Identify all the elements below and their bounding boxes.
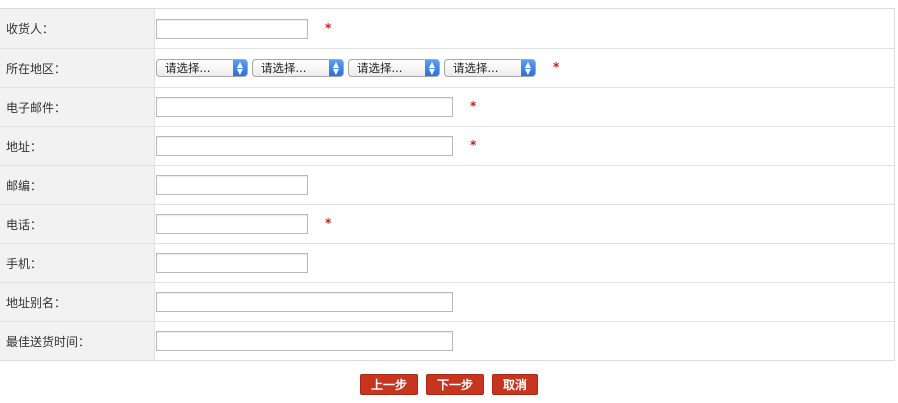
prev-step-button[interactable]: 上一步 bbox=[360, 374, 418, 395]
row-email: 电子邮件： * bbox=[0, 87, 894, 126]
country-select[interactable]: 请选择... ▲ ▼ bbox=[156, 59, 248, 77]
row-region: 所在地区： 请选择... ▲ ▼ 请选择... ▲ ▼ 请选择... ▲ ▼ 请选择.… bbox=[0, 48, 894, 87]
cancel-button[interactable]: 取消 bbox=[492, 374, 538, 395]
region-label: 所在地区： bbox=[0, 49, 155, 87]
city-select-value: 请选择... bbox=[357, 61, 403, 75]
row-address: 地址： * bbox=[0, 126, 894, 165]
address-input[interactable] bbox=[156, 136, 453, 156]
select-arrow-icon: ▲ ▼ bbox=[521, 60, 535, 76]
district-select-value: 请选择... bbox=[453, 61, 499, 75]
phone-label: 电话： bbox=[0, 205, 155, 243]
email-input[interactable] bbox=[156, 97, 453, 117]
form-actions: 上一步 下一步 取消 bbox=[0, 374, 898, 395]
mobile-label: 手机： bbox=[0, 244, 155, 282]
select-arrow-icon: ▲ ▼ bbox=[329, 60, 343, 76]
mobile-input[interactable] bbox=[156, 253, 308, 273]
consignee-input[interactable] bbox=[156, 18, 308, 39]
phone-input[interactable] bbox=[156, 214, 308, 234]
row-address-alias: 地址别名： bbox=[0, 282, 894, 321]
address-alias-label: 地址别名： bbox=[0, 283, 155, 321]
district-select[interactable]: 请选择... ▲ ▼ bbox=[444, 59, 536, 77]
address-label: 地址： bbox=[0, 127, 155, 165]
select-arrow-icon: ▲ ▼ bbox=[233, 60, 247, 76]
row-best-time: 最佳送货时间： bbox=[0, 321, 894, 360]
best-time-input[interactable] bbox=[156, 331, 453, 351]
required-mark: * bbox=[470, 138, 477, 152]
province-select-value: 请选择... bbox=[261, 61, 307, 75]
zipcode-input[interactable] bbox=[156, 175, 308, 195]
row-mobile: 手机： bbox=[0, 243, 894, 282]
required-mark: * bbox=[325, 216, 332, 230]
zipcode-label: 邮编： bbox=[0, 166, 155, 204]
consignee-form: 收货人： * 所在地区： 请选择... ▲ ▼ 请选择... ▲ ▼ 请选择... … bbox=[0, 8, 895, 361]
row-zipcode: 邮编： bbox=[0, 165, 894, 204]
city-select[interactable]: 请选择... ▲ ▼ bbox=[348, 59, 440, 77]
address-alias-input[interactable] bbox=[156, 292, 453, 312]
select-arrow-icon: ▲ ▼ bbox=[425, 60, 439, 76]
email-label: 电子邮件： bbox=[0, 88, 155, 126]
next-step-button[interactable]: 下一步 bbox=[426, 374, 484, 395]
required-mark: * bbox=[470, 99, 477, 113]
best-time-label: 最佳送货时间： bbox=[0, 322, 155, 360]
row-consignee: 收货人： * bbox=[0, 9, 894, 48]
province-select[interactable]: 请选择... ▲ ▼ bbox=[252, 59, 344, 77]
required-mark: * bbox=[325, 20, 332, 35]
row-phone: 电话： * bbox=[0, 204, 894, 243]
consignee-label: 收货人： bbox=[0, 9, 155, 48]
country-select-value: 请选择... bbox=[165, 61, 211, 75]
required-mark: * bbox=[553, 60, 560, 74]
